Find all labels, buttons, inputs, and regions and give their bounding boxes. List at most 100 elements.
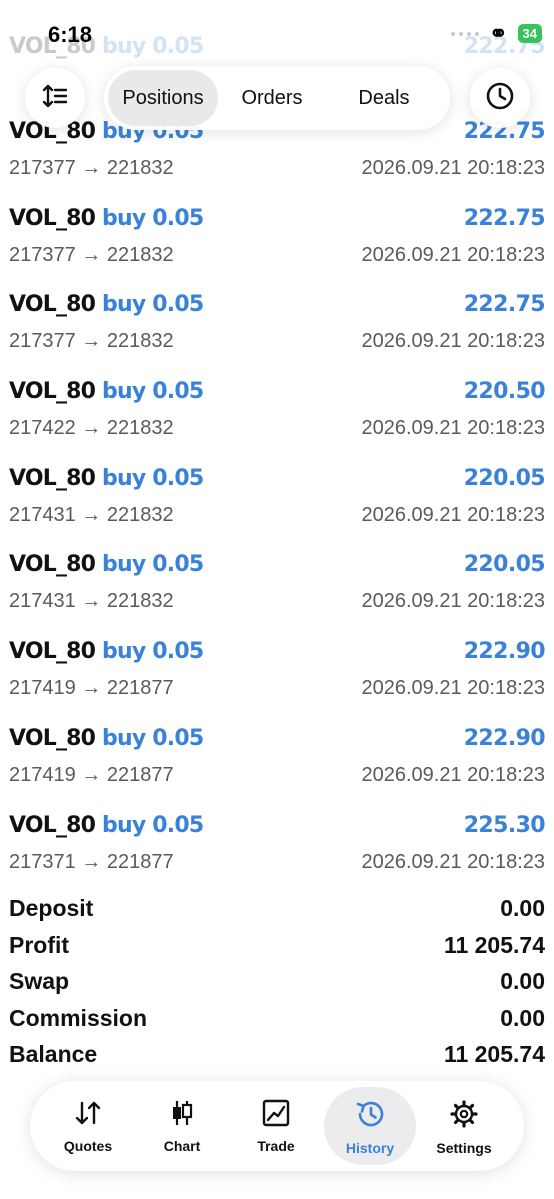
deal-title: VOL_80 buy 0.05 — [9, 379, 204, 405]
deal-symbol: VOL_80 — [9, 552, 96, 578]
period-button[interactable] — [470, 68, 530, 128]
deal-row[interactable]: VOL_80 buy 0.05 222.90 217419 → 221877 2026… — [0, 633, 554, 720]
deal-price: 220.05 — [463, 465, 546, 491]
deal-title: VOL_80 buy 0.05 — [9, 552, 204, 578]
tab-orders[interactable]: Orders — [218, 70, 326, 126]
deal-direction: buy 0.05 — [102, 292, 204, 318]
deal-side: buy — [102, 205, 146, 231]
deal-symbol: VOL_80 — [9, 465, 96, 491]
nav-settings[interactable]: Settings — [418, 1087, 510, 1165]
deal-side: buy — [102, 465, 146, 491]
deal-route: 217419 → 221877 — [9, 763, 174, 786]
tab-deals[interactable]: Deals — [326, 70, 442, 126]
deal-side: buy — [102, 639, 146, 665]
deal-symbol: VOL_80 — [9, 379, 96, 405]
deal-side: buy — [102, 812, 146, 838]
deal-list: VOL_80 buy 0.05 222.75 217377 → 221832 2026… — [0, 113, 554, 894]
deal-volume: 0.05 — [152, 292, 204, 318]
summary-value: 0.00 — [500, 895, 545, 921]
deal-time: 2026.09.21 20:18:23 — [361, 157, 545, 179]
deal-title: VOL_80 buy 0.05 — [9, 639, 204, 665]
deal-title: VOL_80 buy 0.05 — [9, 465, 204, 491]
deal-direction: buy 0.05 — [102, 465, 204, 491]
deal-side: buy — [102, 292, 146, 318]
deal-symbol: VOL_80 — [9, 639, 96, 665]
deal-price: 222.90 — [463, 725, 546, 751]
deal-symbol: VOL_80 — [9, 812, 96, 838]
deal-route: 217377 → 221832 — [9, 330, 174, 353]
nav-quotes[interactable]: Quotes — [42, 1087, 134, 1165]
summary-value: 11 205.74 — [443, 1041, 545, 1067]
deal-time: 2026.09.21 20:18:23 — [361, 503, 545, 526]
deal-direction: buy 0.05 — [102, 205, 204, 231]
history-icon — [354, 1087, 386, 1134]
status-indicators: ⚭ 34 — [451, 20, 542, 46]
deal-route: 217431 → 221832 — [9, 590, 174, 613]
summary-value: 11 205.74 — [443, 931, 545, 958]
deal-row[interactable]: VOL_80 buy 0.05 222.75 217377 → 221832 2026… — [0, 286, 554, 374]
deal-volume: 0.05 — [152, 639, 204, 665]
deal-direction: buy 0.05 — [102, 552, 204, 578]
nav-history-label: History — [345, 1140, 395, 1156]
summary-value: 0.00 — [500, 968, 545, 994]
deal-time: 2026.09.21 20:18:23 — [361, 590, 545, 613]
nav-quotes-label: Quotes — [63, 1138, 113, 1154]
deal-time: 2026.09.21 20:18:23 — [361, 763, 545, 786]
deal-direction: buy 0.05 — [102, 639, 204, 665]
summary-label: Profit — [9, 931, 70, 958]
deal-price: 222.75 — [463, 292, 546, 318]
status-time: 6:18 — [48, 22, 93, 47]
sort-icon — [41, 82, 69, 115]
deal-symbol: VOL_80 — [9, 205, 96, 231]
nav-chart[interactable]: Chart — [136, 1087, 228, 1165]
deal-price: 225.30 — [463, 812, 546, 838]
deal-row[interactable]: VOL_80 buy 0.05 220.05 217431 → 221832 2026… — [0, 546, 554, 634]
deal-price: 220.05 — [463, 552, 546, 578]
deal-symbol: VOL_80 — [9, 725, 96, 751]
nav-history[interactable]: History — [324, 1087, 416, 1165]
deal-route: 217431 → 221832 — [9, 503, 174, 526]
deal-time: 2026.09.21 20:18:23 — [361, 850, 545, 873]
deal-time: 2026.09.21 20:18:23 — [361, 417, 545, 440]
deal-side: buy — [102, 552, 146, 578]
summary-label: Balance — [9, 1041, 98, 1067]
deal-row[interactable]: VOL_80 buy 0.05 222.75 217377 → 221832 2026… — [0, 199, 554, 287]
nav-settings-label: Settings — [436, 1140, 492, 1156]
deal-row[interactable]: VOL_80 buy 0.05 220.05 217431 → 221832 2026… — [0, 459, 554, 547]
summary-label: Swap — [9, 968, 70, 994]
signal-dots-icon — [451, 31, 480, 36]
deal-price: 222.90 — [463, 639, 546, 665]
account-summary: Deposit 0.00 Profit 11 205.74 Swap 0.00 Commis… — [0, 893, 554, 1076]
deal-direction: buy 0.05 — [102, 379, 204, 405]
deal-direction: buy 0.05 — [102, 726, 204, 751]
quotes-icon — [73, 1087, 103, 1132]
nav-trade[interactable]: Trade — [230, 1087, 322, 1165]
tab-positions[interactable]: Positions — [108, 70, 218, 126]
bottom-nav: Quotes Chart Trade History Settings — [30, 1081, 524, 1171]
summary-row: Commission 0.00 — [0, 1003, 554, 1040]
deal-row[interactable]: VOL_80 buy 0.05 220.50 217422 → 221832 2026… — [0, 373, 554, 460]
deal-route: 217377 → 221832 — [9, 157, 174, 179]
deal-row[interactable]: VOL_80 buy 0.05 222.90 217419 → 221877 2026… — [0, 719, 554, 807]
candlestick-icon — [167, 1087, 197, 1132]
status-bar: 6:18 ⚭ 34 — [0, 0, 554, 56]
nav-trade-label: Trade — [257, 1138, 295, 1154]
deal-row[interactable]: VOL_80 buy 0.05 225.30 217371 → 221877 2026… — [0, 806, 554, 894]
summary-row: Swap 0.00 — [0, 966, 554, 1003]
deal-route: 217422 → 221832 — [9, 417, 174, 440]
deal-route: 217371 → 221877 — [9, 850, 174, 873]
deal-volume: 0.05 — [152, 379, 204, 405]
summary-row: Balance 11 205.74 — [0, 1039, 554, 1076]
settings-gear-icon — [449, 1087, 479, 1134]
deal-side: buy — [102, 379, 146, 405]
summary-label: Deposit — [9, 895, 94, 921]
link-icon: ⚭ — [489, 20, 508, 46]
sort-button[interactable] — [25, 68, 85, 128]
top-toolbar: Positions Orders Deals — [20, 58, 534, 138]
battery-indicator: 34 — [517, 24, 542, 43]
deal-direction: buy 0.05 — [102, 812, 204, 838]
deal-volume: 0.05 — [152, 205, 204, 231]
summary-value: 0.00 — [500, 1004, 545, 1031]
deal-price: 222.75 — [463, 205, 546, 231]
deal-volume: 0.05 — [152, 812, 204, 838]
